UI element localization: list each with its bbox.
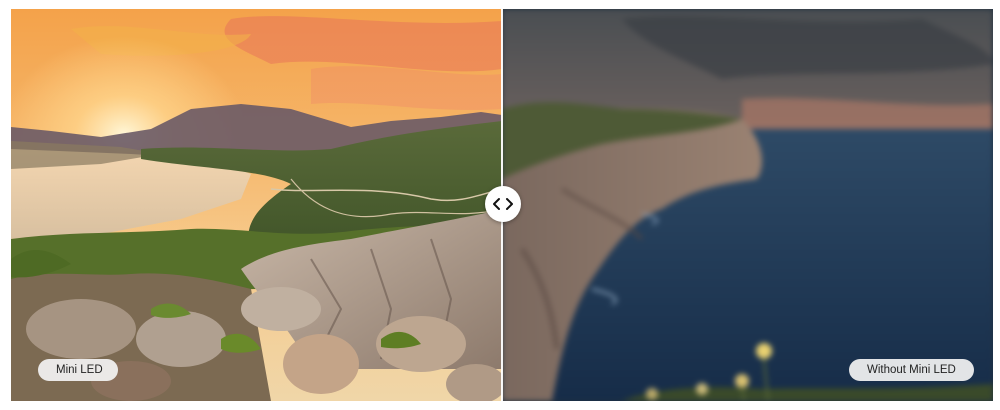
- mini-led-label: Mini LED: [38, 359, 118, 381]
- chevron-left-right-icon: [493, 198, 513, 210]
- slider-handle[interactable]: [485, 186, 521, 222]
- comparison-slider[interactable]: Mini LED Without Mini LED: [11, 9, 993, 401]
- without-mini-led-image: [502, 9, 993, 401]
- without-mini-led-label: Without Mini LED: [849, 359, 974, 381]
- mini-led-image: [11, 9, 502, 401]
